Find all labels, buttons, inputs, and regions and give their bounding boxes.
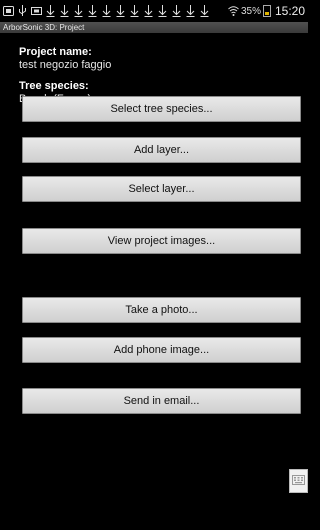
project-name-value: test negozio faggio: [19, 59, 112, 71]
download-icon: [171, 4, 182, 18]
download-icon: [185, 4, 196, 18]
add-phone-image-button[interactable]: Add phone image...: [22, 337, 301, 363]
send-in-email-button[interactable]: Send in email...: [22, 388, 301, 414]
download-icon: [45, 4, 56, 18]
download-icon: [59, 4, 70, 18]
download-icon: [157, 4, 168, 18]
select-tree-species-button[interactable]: Select tree species...: [22, 96, 301, 122]
download-icon: [115, 4, 126, 18]
system-status: 35% 15:20: [228, 0, 305, 22]
wifi-signal-icon: [228, 4, 239, 18]
download-icon: [87, 4, 98, 18]
keyboard-icon: [292, 472, 305, 490]
download-icon: [101, 4, 112, 18]
download-icon: [143, 4, 154, 18]
download-icon: [73, 4, 84, 18]
keyboard-toggle[interactable]: [289, 469, 308, 493]
tree-species-label: Tree species:: [19, 80, 89, 92]
app-notification-icon: [3, 4, 14, 18]
notification-icons: [3, 0, 210, 22]
take-photo-button[interactable]: Take a photo...: [22, 297, 301, 323]
battery-icon: [262, 5, 271, 17]
clock: 15:20: [274, 4, 305, 18]
download-icon: [199, 4, 210, 18]
select-layer-button[interactable]: Select layer...: [22, 176, 301, 202]
screenshot-icon: [31, 4, 42, 18]
usb-icon: [17, 4, 28, 18]
status-bar: 35% 15:20: [0, 0, 308, 22]
project-name-label: Project name:: [19, 46, 92, 58]
add-layer-button[interactable]: Add layer...: [22, 137, 301, 163]
view-project-images-button[interactable]: View project images...: [22, 228, 301, 254]
battery-percent: 35%: [240, 5, 261, 17]
app-title-bar: ArborSonic 3D: Project: [0, 22, 308, 33]
download-icon: [129, 4, 140, 18]
